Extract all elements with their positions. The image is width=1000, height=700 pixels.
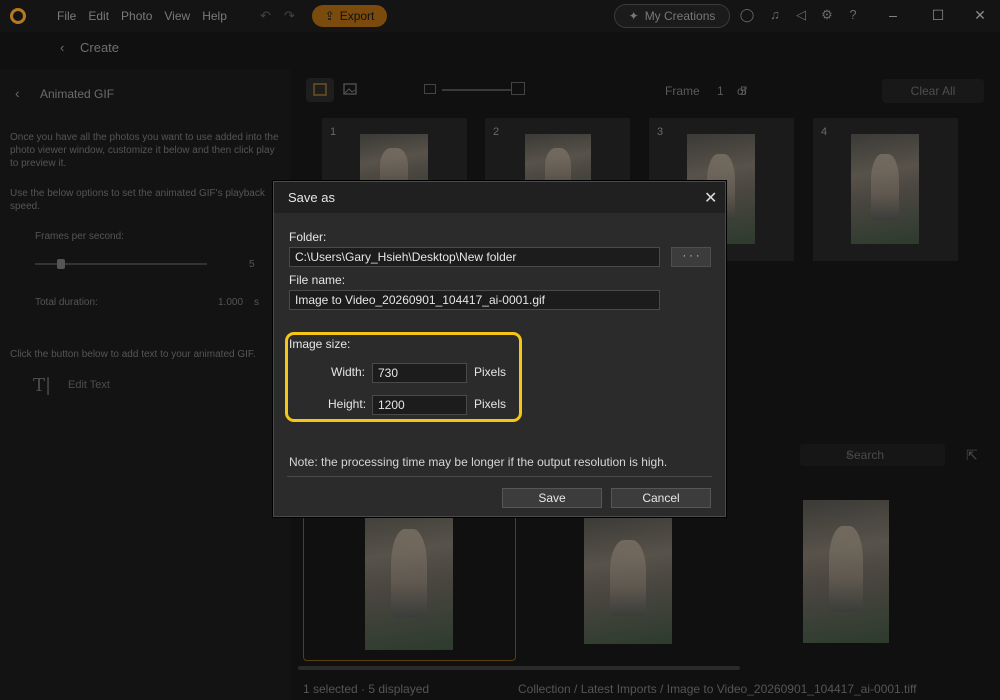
library-scrollbar[interactable] — [298, 666, 740, 670]
width-input[interactable] — [372, 363, 467, 383]
panel-intro-text: Once you have all the photos you want to… — [10, 132, 279, 169]
export-icon: ⇪ — [324, 9, 335, 23]
image-size-label: Image size: — [289, 337, 351, 351]
open-external-icon[interactable]: ⇱ — [966, 447, 978, 464]
account-icon[interactable]: ◯ — [739, 7, 755, 23]
breadcrumb-create[interactable]: Create — [80, 40, 119, 55]
dialog-title: Save as — [288, 190, 335, 205]
collection-path: Collection / Latest Imports / Image to V… — [518, 682, 917, 696]
width-label: Width: — [331, 365, 366, 379]
settings-gear-icon[interactable]: ⚙ — [819, 7, 835, 23]
speed-hint-text: Use the below options to set the animate… — [10, 188, 265, 212]
resolution-note: Note: the processing time may be longer … — [289, 455, 668, 469]
search-input[interactable]: Search — [800, 444, 945, 466]
back-chevron-icon[interactable]: ‹ — [15, 85, 20, 101]
title-bar: File Edit Photo View Help ↶ ↷ ⇪ Export ✦… — [0, 0, 1000, 32]
save-button[interactable]: Save — [502, 488, 602, 508]
filename-input[interactable] — [289, 290, 660, 310]
menu-help[interactable]: Help — [202, 9, 227, 23]
height-label: Height: — [328, 397, 367, 411]
library-item[interactable] — [803, 500, 889, 643]
menu-photo[interactable]: Photo — [121, 9, 152, 23]
window-close-icon[interactable]: ✕ — [972, 7, 988, 23]
app-logo-icon — [10, 8, 26, 24]
library-item-selected[interactable] — [303, 493, 516, 661]
my-creations-button[interactable]: ✦ My Creations — [614, 4, 730, 28]
notification-bell-icon[interactable]: ♫ — [767, 7, 783, 23]
folder-label: Folder: — [289, 230, 327, 244]
edit-text-button[interactable]: Edit Text — [68, 379, 110, 391]
menu-edit[interactable]: Edit — [88, 9, 109, 23]
frame-thumb-4[interactable]: 4 — [813, 118, 958, 261]
cancel-button[interactable]: Cancel — [611, 488, 711, 508]
animated-gif-panel: ‹ Animated GIF Once you have all the pho… — [0, 70, 290, 700]
single-view-icon[interactable] — [336, 78, 364, 102]
sparkle-icon: ✦ — [628, 9, 639, 23]
filmstrip-view-icon[interactable] — [306, 78, 334, 102]
frame-label: Frame — [665, 84, 700, 98]
menu-bar: File Edit Photo View Help — [57, 9, 239, 23]
clear-all-button[interactable]: Clear All — [882, 79, 984, 103]
menu-file[interactable]: File — [57, 9, 76, 23]
selection-status: 1 selected · 5 displayed — [303, 682, 430, 696]
filename-label: File name: — [289, 273, 346, 287]
search-icon: ⌕ — [846, 447, 853, 461]
width-unit: Pixels — [474, 365, 507, 379]
panel-title: Animated GIF — [40, 87, 115, 101]
duration-label: Total duration: — [35, 297, 98, 308]
zoom-in-icon[interactable] — [511, 82, 525, 95]
frame-total: 5 — [740, 84, 747, 98]
library-photo — [365, 502, 453, 650]
library-item[interactable] — [584, 517, 672, 644]
megaphone-icon[interactable]: ◁ — [793, 7, 809, 23]
zoom-slider[interactable] — [442, 89, 512, 91]
fps-value: 5 — [249, 259, 255, 270]
minimize-icon[interactable]: – — [885, 7, 901, 23]
export-button[interactable]: ⇪ Export — [312, 5, 387, 27]
dialog-header: Save as ✕ — [274, 182, 725, 213]
fps-slider-handle[interactable] — [57, 259, 65, 269]
help-icon[interactable]: ? — [845, 7, 861, 23]
dialog-close-icon[interactable]: ✕ — [704, 188, 717, 208]
text-hint: Click the button below to add text to yo… — [10, 349, 256, 360]
folder-input[interactable] — [289, 247, 660, 267]
duration-unit: s — [254, 297, 259, 308]
height-unit: Pixels — [474, 397, 507, 411]
fps-label: Frames per second: — [35, 231, 124, 242]
undo-icon[interactable]: ↶ — [260, 8, 271, 24]
menu-view[interactable]: View — [164, 9, 190, 23]
text-tool-icon[interactable]: T| — [33, 375, 51, 396]
chevron-left-icon[interactable]: ‹ — [60, 40, 64, 55]
redo-icon[interactable]: ↷ — [284, 8, 295, 24]
browse-folder-button[interactable]: · · · — [671, 247, 711, 267]
frame-photo — [851, 134, 919, 244]
height-input[interactable] — [372, 395, 467, 415]
dialog-divider — [287, 476, 712, 477]
zoom-out-icon[interactable] — [424, 84, 436, 94]
frame-current: 1 — [717, 84, 724, 98]
save-as-dialog: Save as ✕ Folder: · · · File name: Image… — [273, 181, 726, 517]
duration-value: 1.000 — [218, 297, 244, 308]
maximize-icon[interactable]: ☐ — [930, 7, 946, 23]
